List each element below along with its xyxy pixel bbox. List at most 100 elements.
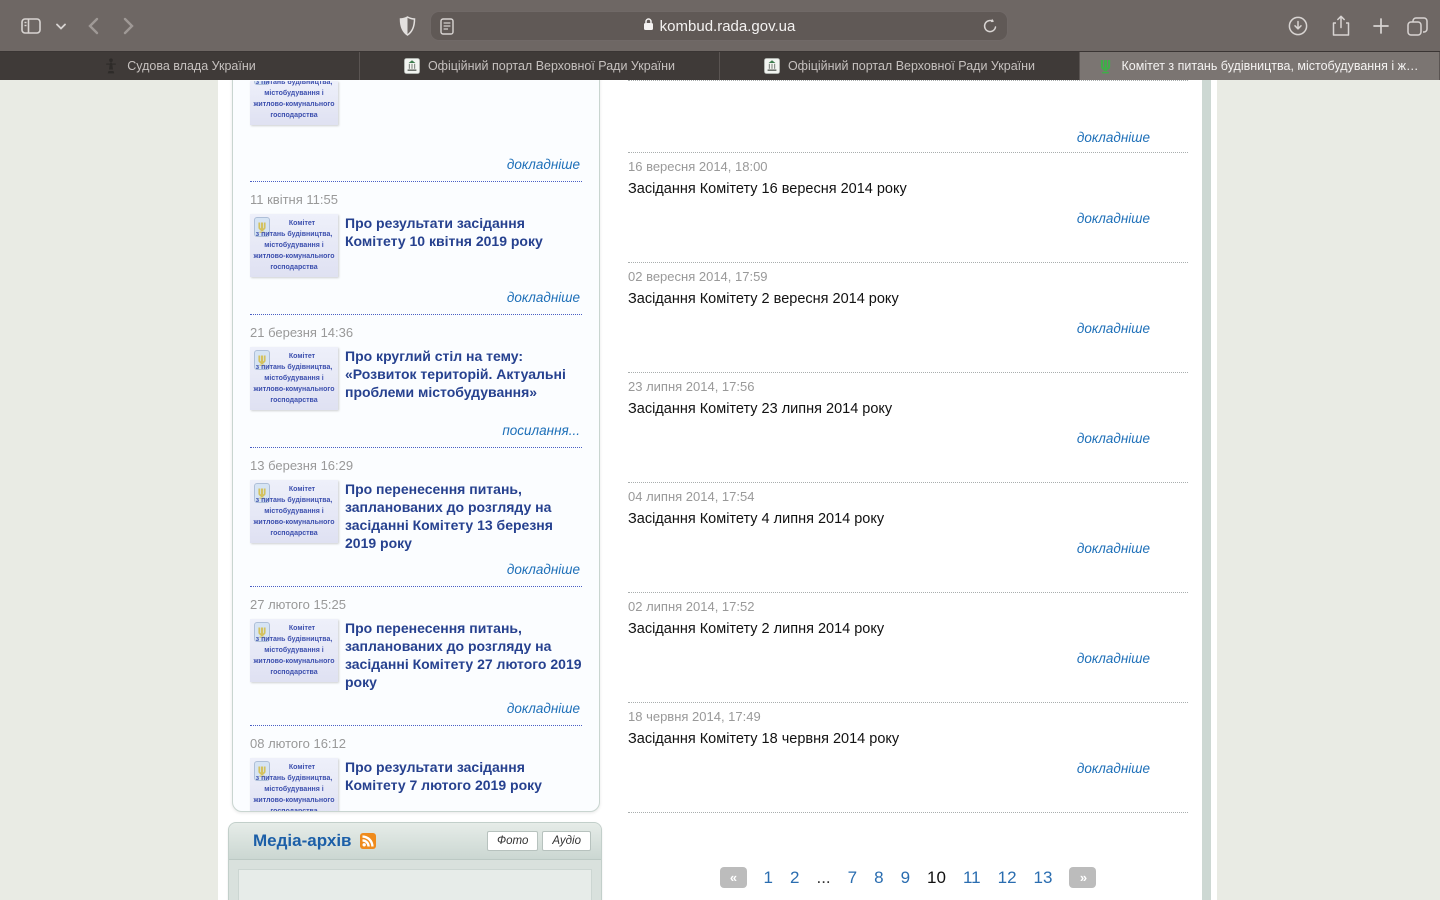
news-item-date: 21 березня 14:36 bbox=[250, 325, 582, 340]
committee-logo-thumbnail[interactable]: Комітетз питань будівництва,містобудуван… bbox=[250, 619, 338, 682]
news-item: 11 квітня 11:55Комітетз питань будівницт… bbox=[250, 192, 582, 315]
meeting-item-date: 23 липня 2014, 17:56 bbox=[628, 373, 1188, 394]
trident-icon bbox=[1098, 58, 1114, 74]
browser-tab-4[interactable]: Комітет з питань будівництва, містобудув… bbox=[1080, 52, 1440, 80]
dotted-separator bbox=[250, 314, 582, 315]
pagination-page[interactable]: 2 bbox=[790, 868, 799, 888]
committee-logo: Комітетз питань будівництва,містобудуван… bbox=[250, 347, 338, 410]
share-icon[interactable] bbox=[1328, 13, 1354, 39]
meetings-column: докладніше16 вересня 2014, 18:00Засіданн… bbox=[628, 80, 1188, 900]
media-archive-body bbox=[238, 869, 592, 900]
news-more-link[interactable]: докладніше bbox=[507, 290, 580, 305]
news-item-title-link[interactable]: Про круглий стіл на тему: «Розвиток тери… bbox=[345, 347, 582, 413]
meeting-item-title: Засідання Комітету 18 червня 2014 року bbox=[628, 724, 1188, 747]
pagination-page[interactable]: 1 bbox=[764, 868, 773, 888]
media-archive-photo-button[interactable]: Фото bbox=[487, 831, 538, 851]
dotted-separator bbox=[250, 586, 582, 587]
pagination-prev-button[interactable]: « bbox=[720, 867, 747, 888]
committee-logo-thumbnail[interactable]: Комітетз питань будівництва,містобудуван… bbox=[250, 758, 338, 812]
rss-icon[interactable] bbox=[360, 833, 376, 849]
news-more-link[interactable]: посилання... bbox=[502, 423, 580, 438]
pagination: «12...78910111213» bbox=[628, 812, 1188, 900]
committee-logo-thumbnail[interactable]: Комітетз питань будівництва,містобудуван… bbox=[250, 347, 338, 410]
news-item-title-link[interactable]: Про результати засідання Комітету 10 кві… bbox=[345, 214, 582, 280]
meeting-more-link[interactable]: докладніше bbox=[1077, 211, 1150, 226]
shield-icon[interactable] bbox=[394, 13, 420, 39]
forward-icon[interactable] bbox=[116, 13, 142, 39]
url-bar[interactable]: kombud.rada.gov.ua bbox=[430, 11, 1008, 41]
reload-icon[interactable] bbox=[983, 18, 998, 40]
pagination-page[interactable]: 13 bbox=[1034, 868, 1053, 888]
news-more-link[interactable]: докладніше bbox=[507, 701, 580, 716]
meeting-item-partial: докладніше bbox=[628, 80, 1188, 152]
tab-bar: Судова влада України Офіційний портал Вер… bbox=[0, 52, 1440, 80]
tab-title: Офіційний портал Верховної Ради України bbox=[428, 59, 675, 73]
meeting-more-link[interactable]: докладніше bbox=[1077, 761, 1150, 776]
media-archive-audio-button[interactable]: Аудіо bbox=[542, 831, 591, 851]
news-more-link[interactable]: докладніше bbox=[507, 157, 580, 172]
committee-logo-text: Комітетз питань будівництва,містобудуван… bbox=[250, 623, 338, 678]
tab-overview-icon[interactable] bbox=[1404, 13, 1430, 39]
pagination-ellipsis: ... bbox=[816, 868, 830, 888]
meeting-item: 02 вересня 2014, 17:59Засідання Комітету… bbox=[628, 262, 1188, 372]
meeting-item: 16 вересня 2014, 18:00Засідання Комітету… bbox=[628, 152, 1188, 262]
committee-logo: Комітетз питань будівництва,містобудуван… bbox=[250, 214, 338, 277]
dotted-separator bbox=[250, 447, 582, 448]
reader-icon[interactable] bbox=[440, 18, 454, 40]
pagination-next-button[interactable]: » bbox=[1069, 867, 1096, 888]
dotted-separator bbox=[250, 181, 582, 182]
chevron-down-icon[interactable] bbox=[48, 13, 74, 39]
committee-logo-thumbnail[interactable]: Комітетз питань будівництва,містобудуван… bbox=[250, 480, 338, 543]
pagination-page-current[interactable]: 10 bbox=[927, 868, 946, 888]
pagination-page[interactable]: 9 bbox=[901, 868, 910, 888]
download-icon[interactable] bbox=[1285, 13, 1311, 39]
meeting-item-title: Засідання Комітету 16 вересня 2014 року bbox=[628, 174, 1188, 197]
committee-logo-text: Комітетз питань будівництва,містобудуван… bbox=[250, 81, 338, 121]
meeting-item-date: 04 липня 2014, 17:54 bbox=[628, 483, 1188, 504]
browser-tab-1[interactable]: Судова влада України bbox=[0, 52, 360, 80]
news-item-date: 13 березня 16:29 bbox=[250, 458, 582, 473]
news-item-title-link[interactable]: Про перенесення питань, запланованих до … bbox=[345, 480, 582, 552]
meeting-more-link[interactable]: докладніше bbox=[1077, 321, 1150, 336]
meeting-item: 18 червня 2014, 17:49Засідання Комітету … bbox=[628, 702, 1188, 812]
browser-tab-3[interactable]: Офіційний портал Верховної Ради України bbox=[720, 52, 1080, 80]
meeting-item: 04 липня 2014, 17:54Засідання Комітету 4… bbox=[628, 482, 1188, 592]
meeting-more-link[interactable]: докладніше bbox=[1077, 541, 1150, 556]
tab-title: Офіційний портал Верховної Ради України bbox=[788, 59, 1035, 73]
parliament-building-icon bbox=[404, 58, 420, 74]
meeting-item: 23 липня 2014, 17:56Засідання Комітету 2… bbox=[628, 372, 1188, 482]
committee-logo: Комітетз питань будівництва,містобудуван… bbox=[250, 81, 338, 125]
news-panel: Комітетз питань будівництва,містобудуван… bbox=[232, 80, 600, 812]
tab-title: Комітет з питань будівництва, містобудув… bbox=[1122, 59, 1422, 73]
pagination-page[interactable]: 8 bbox=[874, 868, 883, 888]
meeting-item-title: Засідання Комітету 23 липня 2014 року bbox=[628, 394, 1188, 417]
news-item: Комітетз питань будівництва,містобудуван… bbox=[250, 81, 582, 182]
media-archive-title: Медіа-архів bbox=[253, 831, 352, 851]
committee-logo: Комітетз питань будівництва,містобудуван… bbox=[250, 480, 338, 543]
sidebar-icon[interactable] bbox=[18, 13, 44, 39]
news-item-title-link[interactable]: Про результати засідання Комітету 7 люто… bbox=[345, 758, 582, 812]
pagination-page[interactable]: 7 bbox=[848, 868, 857, 888]
meeting-item-date: 16 вересня 2014, 18:00 bbox=[628, 153, 1188, 174]
meeting-more-link[interactable]: докладніше bbox=[1077, 651, 1150, 666]
news-item-title-link[interactable]: Про перенесення питань, запланованих до … bbox=[345, 619, 582, 691]
committee-logo-thumbnail[interactable]: Комітетз питань будівництва,містобудуван… bbox=[250, 81, 338, 125]
media-archive-header: Медіа-архів ФотоАудіо bbox=[229, 823, 601, 860]
meeting-item-date: 02 вересня 2014, 17:59 bbox=[628, 263, 1188, 284]
news-item: 27 лютого 15:25Комітетз питань будівницт… bbox=[250, 597, 582, 726]
committee-logo-thumbnail[interactable]: Комітетз питань будівництва,містобудуван… bbox=[250, 214, 338, 277]
browser-toolbar: kombud.rada.gov.ua bbox=[0, 0, 1440, 52]
media-archive-panel: Медіа-архів ФотоАудіо bbox=[228, 822, 602, 900]
justice-statue-icon bbox=[103, 58, 119, 74]
new-tab-icon[interactable] bbox=[1368, 13, 1394, 39]
pagination-page[interactable]: 11 bbox=[963, 868, 981, 888]
browser-tab-2[interactable]: Офіційний портал Верховної Ради України bbox=[360, 52, 720, 80]
committee-logo-text: Комітетз питань будівництва,містобудуван… bbox=[250, 218, 338, 273]
news-item: 08 лютого 16:12Комітетз питань будівницт… bbox=[250, 736, 582, 812]
back-icon[interactable] bbox=[80, 13, 106, 39]
meeting-more-link[interactable]: докладніше bbox=[1077, 431, 1150, 446]
meeting-more-link[interactable]: докладніше bbox=[1077, 130, 1150, 145]
meeting-item-date: 02 липня 2014, 17:52 bbox=[628, 593, 1188, 614]
news-more-link[interactable]: докладніше bbox=[507, 562, 580, 577]
pagination-page[interactable]: 12 bbox=[998, 868, 1017, 888]
